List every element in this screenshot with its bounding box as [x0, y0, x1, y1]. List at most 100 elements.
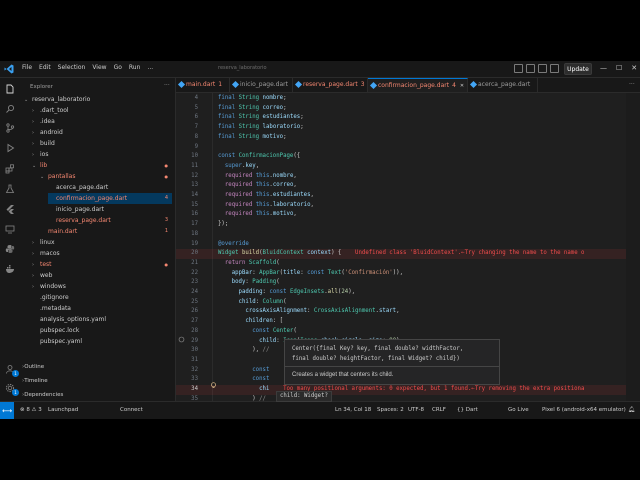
editor-more-icon[interactable]: ··· [629, 81, 635, 88]
code-line[interactable]: 22 appBar: AppBar(title: const Text('Con… [176, 269, 640, 279]
minimize-icon[interactable]: — [600, 64, 607, 72]
indentation[interactable]: Spaces: 2 [377, 407, 404, 413]
device-selector[interactable]: Pixel 6 (android-x64 emulator) [542, 407, 626, 413]
toggle-sidebar-icon[interactable] [514, 64, 523, 73]
code-line[interactable]: 28 const Center( [176, 327, 640, 337]
code-line[interactable]: 7 final String laboratorio; [176, 123, 640, 133]
docker-icon[interactable] [5, 264, 15, 274]
code-line[interactable]: 15 required this.laboratorio, [176, 201, 640, 211]
tree-item[interactable]: › .dart_tool [32, 105, 172, 116]
menu-item-3[interactable]: View [92, 64, 106, 71]
tree-item[interactable]: › .idea [32, 116, 172, 127]
tree-item[interactable]: › android [32, 127, 172, 138]
tree-item[interactable]: main.dart 1 [40, 226, 172, 237]
encoding[interactable]: UTF-8 [408, 407, 424, 413]
code-line[interactable]: 11 super.key, [176, 162, 640, 172]
problems-indicator[interactable]: ⊗ 8 ⚠ 3 [20, 407, 42, 413]
explorer-icon[interactable] [5, 84, 15, 94]
remote-indicator-icon[interactable]: ⟷ [0, 402, 14, 419]
sidebar-section[interactable]: ›Outline [22, 362, 44, 373]
code-line[interactable]: 12 required this.nombre, [176, 172, 640, 182]
run-debug-icon[interactable] [5, 143, 15, 153]
sidebar-section[interactable]: ›Dependencies [22, 390, 63, 401]
sidebar-section[interactable]: ›Timeline [22, 376, 48, 387]
tab-inicio-page-dart[interactable]: inicio_page.dart [230, 78, 293, 92]
code-line[interactable]: 26 crossAxisAlignment: CrossAxisAlignmen… [176, 307, 640, 317]
menu-item-5[interactable]: Run [129, 64, 141, 71]
customize-layout-icon[interactable] [550, 64, 559, 73]
tree-item[interactable]: › ios [32, 149, 172, 160]
language-mode[interactable]: {} Dart [457, 407, 478, 413]
python-icon[interactable] [5, 244, 15, 254]
source-control-icon[interactable] [5, 123, 15, 133]
workspace-root[interactable]: ⌄ reserva_laboratorio [24, 94, 172, 105]
code-line[interactable]: 18 [176, 230, 640, 240]
notifications-icon[interactable]: 🔔︎ [628, 407, 635, 413]
extensions-icon[interactable] [5, 164, 15, 174]
tree-item[interactable]: ⌄ lib ● [32, 160, 172, 171]
tree-item[interactable]: › test ● [32, 259, 172, 270]
testing-icon[interactable] [5, 184, 15, 194]
search-icon[interactable] [5, 104, 15, 114]
line-ending[interactable]: CRLF [432, 407, 446, 413]
menu-item-4[interactable]: Go [114, 64, 122, 71]
tree-item[interactable]: .metadata [32, 303, 172, 314]
menu-item-2[interactable]: Selection [58, 64, 86, 71]
tree-item[interactable]: › windows [32, 281, 172, 292]
close-tab-icon[interactable]: ✕ [460, 83, 464, 89]
code-line[interactable]: 27 children: [ [176, 317, 640, 327]
code-line[interactable]: 23 body: Padding( [176, 278, 640, 288]
toggle-panel-icon[interactable] [526, 64, 535, 73]
code-line[interactable]: 13 required this.correo, [176, 181, 640, 191]
menu-item-1[interactable]: Edit [39, 64, 51, 71]
flutter-icon[interactable] [5, 204, 15, 214]
code-line[interactable]: 25 child: Column( [176, 298, 640, 308]
remote-explorer-icon[interactable] [5, 224, 15, 234]
tree-item[interactable]: › linux [32, 237, 172, 248]
tree-item[interactable]: .gitignore [32, 292, 172, 303]
tab-main-dart[interactable]: main.dart 1 [176, 78, 230, 92]
toggle-secondary-sidebar-icon[interactable] [538, 64, 547, 73]
code-line[interactable]: 14 required this.estudiantes, [176, 191, 640, 201]
code-line[interactable]: 34 chi Too many positional arguments: 0 … [176, 385, 640, 395]
tree-item[interactable]: confirmacion_page.dart 4 [48, 193, 172, 204]
tree-item[interactable]: inicio_page.dart [48, 204, 172, 215]
connect-item[interactable]: Connect [120, 407, 143, 413]
code-line[interactable]: 6 final String estudiantes; [176, 113, 640, 123]
tree-item[interactable]: reserva_page.dart 3 [48, 215, 172, 226]
lightbulb-icon[interactable] [210, 382, 217, 389]
code-line[interactable]: 17}); [176, 220, 640, 230]
code-line[interactable]: 5 final String correo; [176, 104, 640, 114]
breakpoint-hint-icon[interactable] [178, 336, 185, 343]
code-line[interactable]: 10 const ConfirmacionPage({ [176, 152, 640, 162]
code-line[interactable]: 21 return Scaffold( [176, 259, 640, 269]
maximize-icon[interactable]: ☐ [616, 64, 622, 72]
tree-item[interactable]: › build [32, 138, 172, 149]
tree-item[interactable]: analysis_options.yaml [32, 314, 172, 325]
menu-item-0[interactable]: File [22, 64, 32, 71]
code-line[interactable]: 20 Widget build(BluidContext context) { U… [176, 249, 640, 259]
code-line[interactable]: 4 final String nombre; [176, 94, 640, 104]
tree-item[interactable]: ⌄ pantallas ● [40, 171, 172, 182]
menu-item-6[interactable]: ... [147, 64, 153, 71]
tree-item[interactable]: pubspec.yaml [32, 336, 172, 347]
go-live-button[interactable]: Go Live [508, 407, 529, 413]
cursor-position[interactable]: Ln 34, Col 18 [335, 407, 371, 413]
more-actions-icon[interactable]: ··· [164, 82, 170, 89]
code-line[interactable]: 9 [176, 143, 640, 153]
tab-confirmacion-page-dart[interactable]: confirmacion_page.dart 4 ✕ [368, 78, 468, 92]
minimap[interactable] [626, 93, 640, 401]
close-window-icon[interactable]: ✕ [631, 64, 637, 72]
launchpad-item[interactable]: Launchpad [48, 407, 78, 413]
tree-item[interactable]: › macos [32, 248, 172, 259]
code-line[interactable]: 19 @override [176, 240, 640, 250]
code-line[interactable]: 16 required this.motivo, [176, 210, 640, 220]
code-line[interactable]: 8 final String motivo; [176, 133, 640, 143]
tree-item[interactable]: acerca_page.dart [48, 182, 172, 193]
code-line[interactable]: 24 padding: const EdgeInsets.all(24), [176, 288, 640, 298]
tab-acerca-page-dart[interactable]: acerca_page.dart [468, 78, 538, 92]
tree-item[interactable]: › web [32, 270, 172, 281]
tab-reserva-page-dart[interactable]: reserva_page.dart 3 [293, 78, 368, 92]
update-button[interactable]: Update [564, 63, 592, 75]
tree-item[interactable]: pubspec.lock [32, 325, 172, 336]
